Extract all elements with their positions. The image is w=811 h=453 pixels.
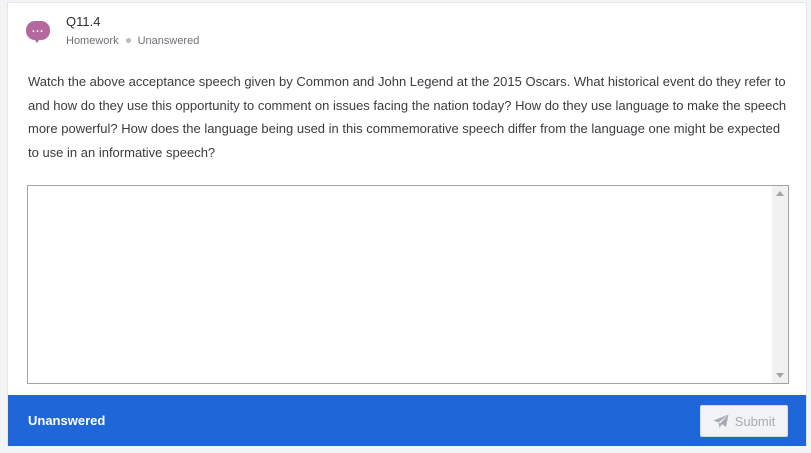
submit-button[interactable]: Submit (700, 405, 788, 437)
answer-box (27, 185, 789, 384)
scroll-down-arrow-icon[interactable] (776, 373, 784, 378)
question-type: Homework (66, 35, 119, 47)
scroll-up-arrow-icon[interactable] (776, 191, 784, 196)
question-card: ... Q11.4 Homework Unanswered Watch the a… (7, 2, 807, 446)
answer-textarea[interactable] (28, 186, 772, 383)
answer-scrollbar[interactable] (772, 186, 788, 383)
submit-label: Submit (734, 413, 776, 429)
chat-bubble-icon: ... (26, 21, 50, 45)
question-meta: Homework Unanswered (66, 35, 199, 47)
paper-plane-icon (713, 414, 729, 428)
question-text: Watch the above acceptance speech given … (28, 74, 787, 160)
separator-dot (125, 38, 131, 44)
question-status: Unanswered (137, 35, 200, 47)
answer-footer: Unanswered Submit (8, 395, 806, 446)
question-number: Q11.4 (66, 14, 101, 29)
answer-status: Unanswered (28, 413, 106, 428)
